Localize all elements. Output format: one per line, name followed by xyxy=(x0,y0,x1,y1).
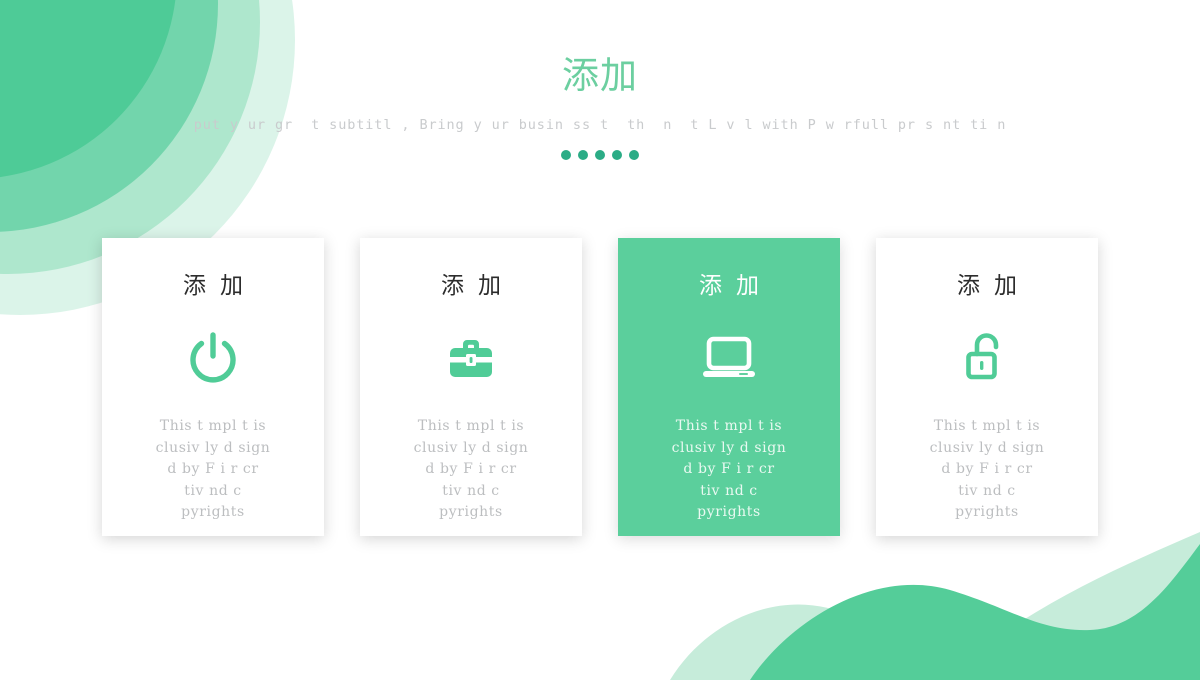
feature-card-power[interactable]: 添加 This t mpl t is clusiv ly d sign d by… xyxy=(102,238,324,536)
separator-dot xyxy=(561,150,571,160)
laptop-icon xyxy=(698,327,760,387)
unlock-icon xyxy=(958,327,1016,387)
feature-card-briefcase[interactable]: 添加 This t mpl t is clusiv ly d sign d by… xyxy=(360,238,582,536)
separator-dot xyxy=(578,150,588,160)
separator-dot xyxy=(595,150,605,160)
page-title: 添加 xyxy=(562,54,638,97)
briefcase-icon xyxy=(441,327,501,387)
card-title: 添加 xyxy=(957,273,1031,299)
separator-dot xyxy=(629,150,639,160)
card-description: This t mpl t is clusiv ly d sign d by F … xyxy=(671,418,787,520)
feature-card-laptop[interactable]: 添加 This t mpl t is clusiv ly d sign d by… xyxy=(618,238,840,536)
separator-dot xyxy=(612,150,622,160)
page-subtitle: put y ur gr t subtitl , Bring y ur busin… xyxy=(193,117,1007,133)
power-icon xyxy=(183,327,243,387)
card-description: This t mpl t is clusiv ly d sign d by F … xyxy=(155,418,271,520)
card-title: 添加 xyxy=(183,273,257,299)
dot-separator xyxy=(0,150,1200,160)
card-description: This t mpl t is clusiv ly d sign d by F … xyxy=(413,418,529,520)
slide-canvas: 添加 put y ur gr t subtitl , Bring y ur bu… xyxy=(0,0,1200,680)
card-title: 添加 xyxy=(699,273,773,299)
feature-card-list: 添加 This t mpl t is clusiv ly d sign d by… xyxy=(102,238,1098,536)
slide-header: 添加 put y ur gr t subtitl , Bring y ur bu… xyxy=(0,0,1200,160)
card-description: This t mpl t is clusiv ly d sign d by F … xyxy=(929,418,1045,520)
card-title: 添加 xyxy=(441,273,515,299)
feature-card-unlock[interactable]: 添加 This t mpl t is clusiv ly d sign d by… xyxy=(876,238,1098,536)
